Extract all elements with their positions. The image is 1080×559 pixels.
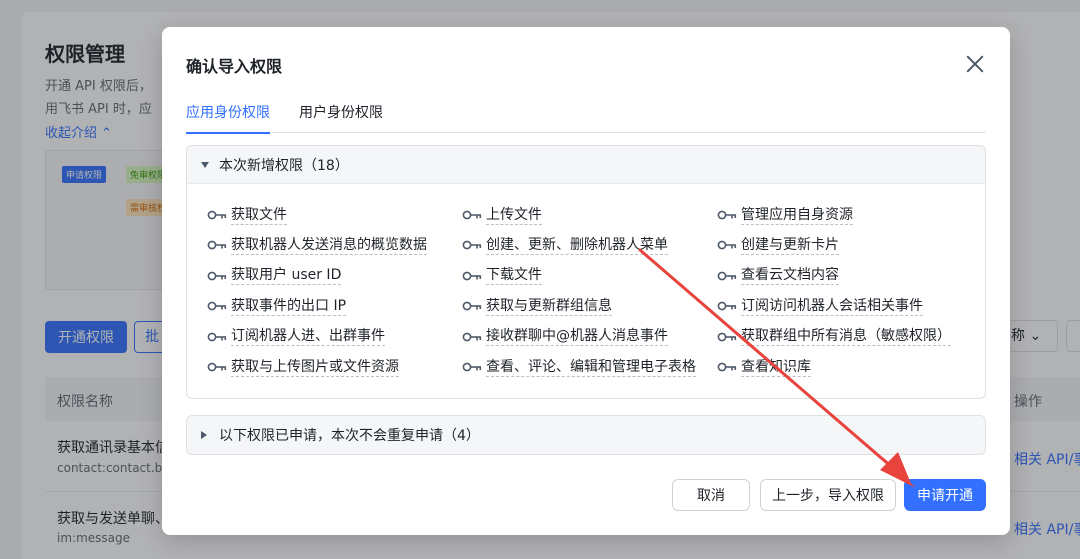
- permission-label: 获取与上传图片或文件资源: [231, 358, 399, 377]
- key-icon: [462, 360, 484, 374]
- cancel-button[interactable]: 取消: [672, 479, 750, 511]
- key-icon: [717, 208, 739, 222]
- permission-item: 订阅机器人进、出群事件: [207, 326, 385, 348]
- permission-item: 下载文件: [462, 265, 542, 287]
- permission-item: 获取机器人发送消息的概览数据: [207, 234, 427, 256]
- apply-submit-button[interactable]: 申请开通: [904, 479, 986, 511]
- permission-label: 获取文件: [231, 206, 287, 225]
- applied-permissions-header[interactable]: 以下权限已申请，本次不会重复申请（4）: [187, 416, 985, 454]
- permission-item: 查看知识库: [717, 356, 811, 378]
- permission-label: 获取与更新群组信息: [486, 297, 612, 316]
- permission-item: 创建、更新、删除机器人菜单: [462, 234, 668, 256]
- permission-item: 订阅访问机器人会话相关事件: [717, 295, 923, 317]
- previous-step-button[interactable]: 上一步，导入权限: [760, 479, 896, 511]
- permission-item: 上传文件: [462, 204, 542, 226]
- caret-down-icon: [201, 161, 209, 168]
- permission-tabs: 应用身份权限 用户身份权限: [186, 99, 986, 134]
- key-icon: [207, 299, 229, 313]
- permission-label: 获取用户 user ID: [231, 267, 342, 286]
- permission-item: 获取与上传图片或文件资源: [207, 356, 399, 378]
- permission-label: 上传文件: [486, 206, 542, 225]
- dialog-title: 确认导入权限: [186, 57, 283, 76]
- key-icon: [462, 299, 484, 313]
- permission-item: 查看、评论、编辑和管理电子表格: [462, 356, 696, 378]
- confirm-import-dialog: 确认导入权限 应用身份权限 用户身份权限 本次新增权限（18） 获取文件 上传文件…: [162, 27, 1010, 535]
- permission-item: 接收群聊中@机器人消息事件: [462, 326, 668, 348]
- key-icon: [207, 208, 229, 222]
- permission-label: 获取群组中所有消息（敏感权限）: [741, 328, 951, 347]
- tab-app-identity[interactable]: 应用身份权限: [186, 102, 270, 134]
- key-icon: [207, 360, 229, 374]
- permission-label: 查看云文档内容: [741, 267, 839, 286]
- applied-permissions-panel: 以下权限已申请，本次不会重复申请（4）: [186, 415, 986, 455]
- permission-item: 创建与更新卡片: [717, 234, 839, 256]
- permission-label: 订阅访问机器人会话相关事件: [741, 297, 923, 316]
- key-icon: [207, 269, 229, 283]
- permission-label: 创建、更新、删除机器人菜单: [486, 236, 668, 255]
- permission-label: 订阅机器人进、出群事件: [231, 328, 385, 347]
- key-icon: [462, 208, 484, 222]
- permission-label: 接收群聊中@机器人消息事件: [486, 328, 668, 347]
- permission-label: 获取机器人发送消息的概览数据: [231, 236, 427, 255]
- key-icon: [717, 299, 739, 313]
- permission-label: 获取事件的出口 IP: [231, 297, 347, 316]
- tab-user-identity[interactable]: 用户身份权限: [299, 102, 383, 133]
- permission-label: 查看、评论、编辑和管理电子表格: [486, 358, 696, 377]
- key-icon: [462, 238, 484, 252]
- key-icon: [717, 269, 739, 283]
- caret-right-icon: [201, 431, 207, 439]
- new-permissions-header[interactable]: 本次新增权限（18）: [187, 146, 985, 184]
- key-icon: [207, 238, 229, 252]
- permission-item: 查看云文档内容: [717, 265, 839, 287]
- key-icon: [717, 330, 739, 344]
- key-icon: [462, 330, 484, 344]
- permission-item: 获取文件: [207, 204, 287, 226]
- key-icon: [207, 330, 229, 344]
- permission-item: 管理应用自身资源: [717, 204, 853, 226]
- permission-label: 查看知识库: [741, 358, 811, 377]
- permission-label: 下载文件: [486, 267, 542, 286]
- close-icon[interactable]: [962, 51, 988, 77]
- permission-item: 获取与更新群组信息: [462, 295, 612, 317]
- key-icon: [462, 269, 484, 283]
- permission-label: 创建与更新卡片: [741, 236, 839, 255]
- permission-item: 获取事件的出口 IP: [207, 295, 347, 317]
- permission-item: 获取用户 user ID: [207, 265, 342, 287]
- key-icon: [717, 360, 739, 374]
- permission-item: 获取群组中所有消息（敏感权限）: [717, 326, 951, 348]
- new-permissions-panel: 本次新增权限（18） 获取文件 上传文件 管理应用自身资源获取机器人发送消息的概览数…: [186, 145, 986, 399]
- permission-label: 管理应用自身资源: [741, 206, 853, 225]
- key-icon: [717, 238, 739, 252]
